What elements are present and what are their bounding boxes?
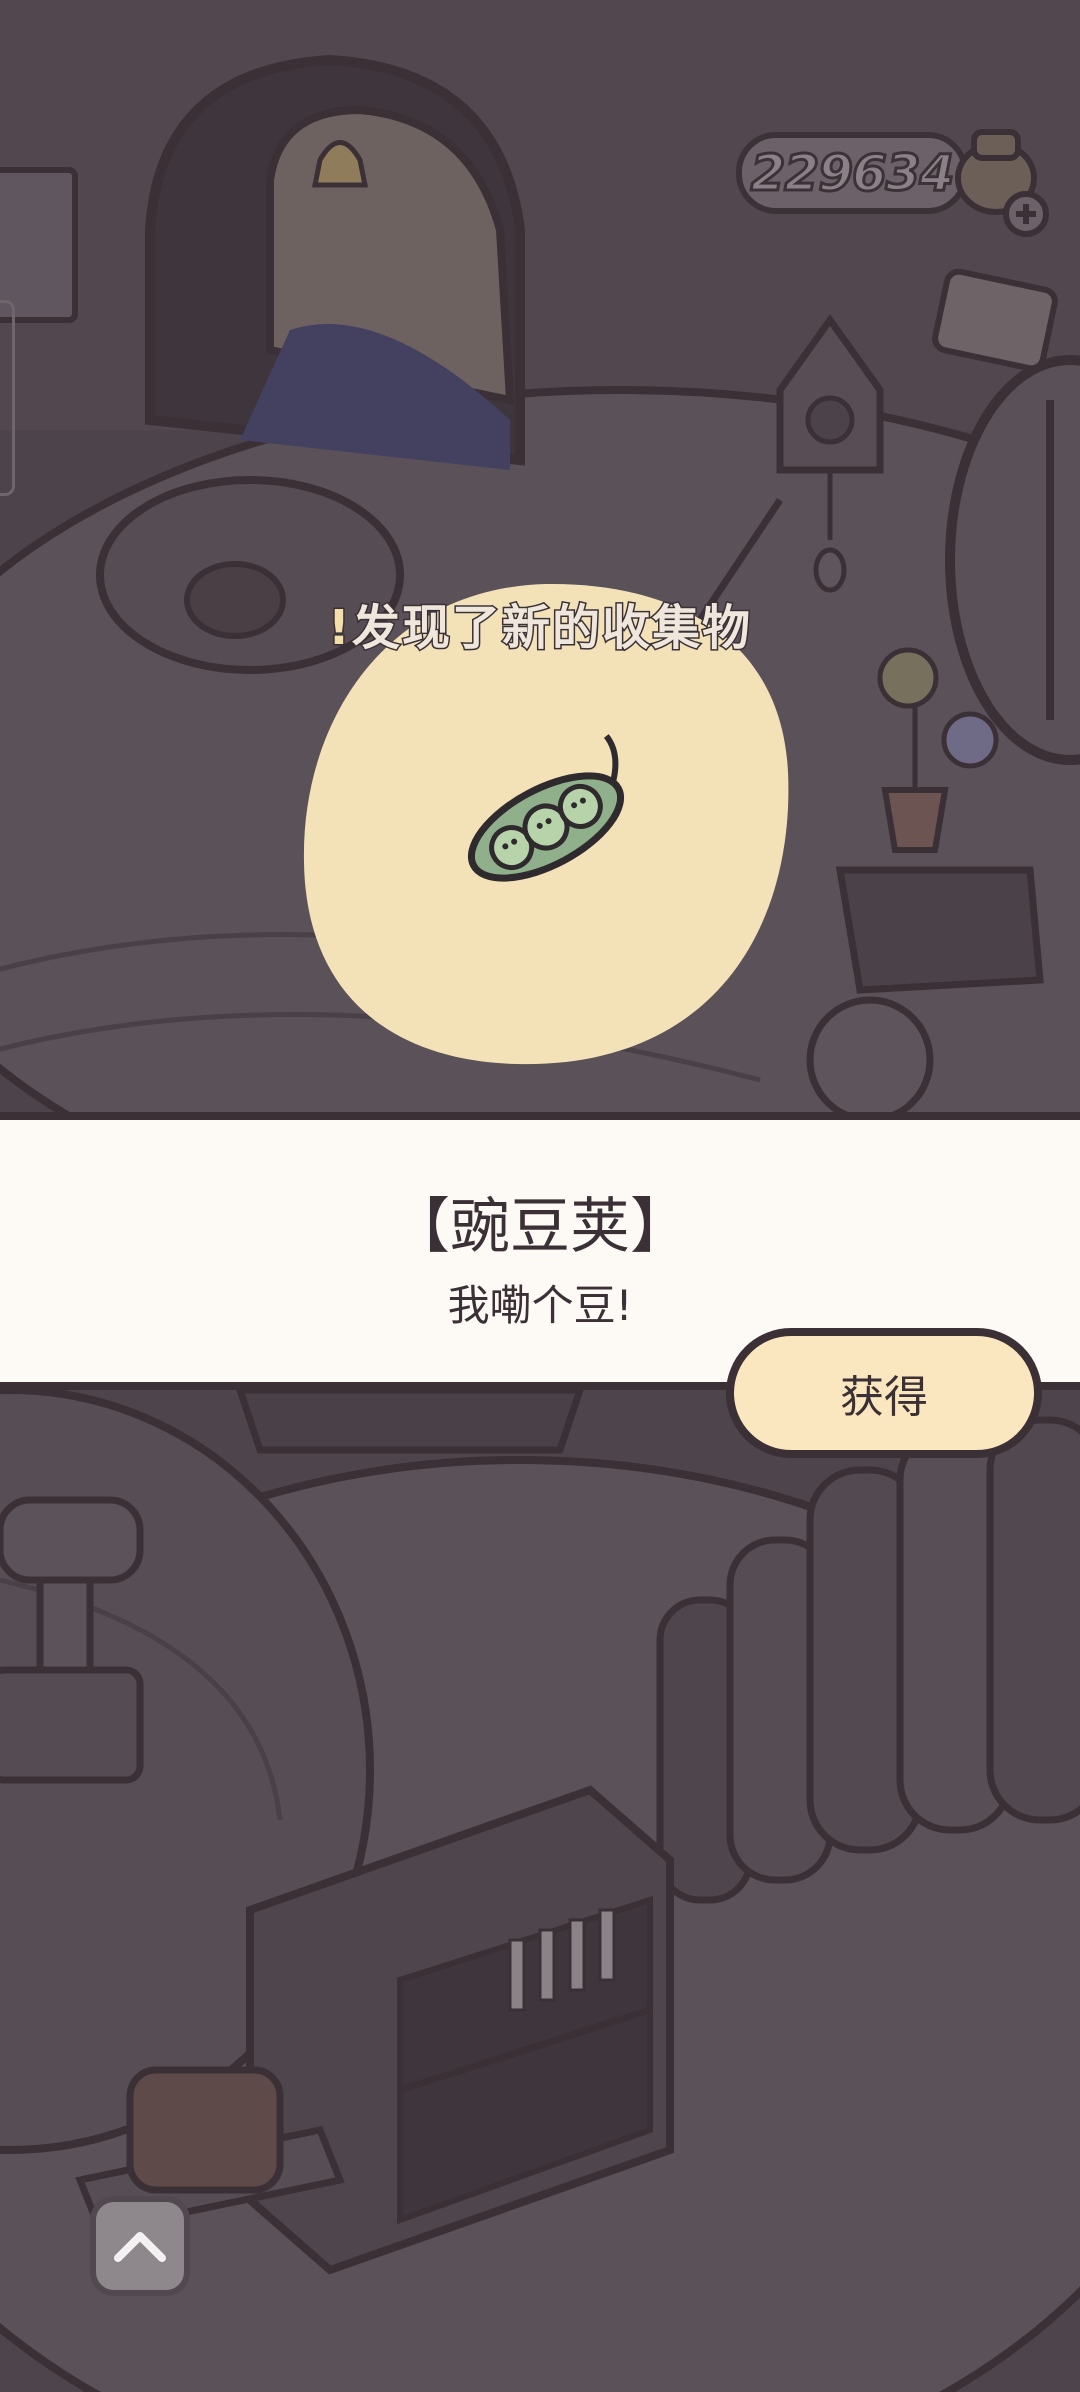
side-drawer-handle[interactable] — [0, 300, 15, 496]
chevron-up-icon — [114, 2232, 166, 2262]
discovery-heading: !发现了新的收集物 — [0, 588, 1080, 658]
obtain-button[interactable]: 获得 — [726, 1328, 1042, 1458]
exclamation-mark: ! — [327, 599, 352, 658]
item-description: 我嘞个豆! — [447, 1281, 633, 1330]
game-screen: 229634 !发现了新的收集物 【豌豆荚】 我嘞个豆! 获得 — [0, 0, 1080, 2392]
coin-pot-icon[interactable] — [944, 118, 1054, 238]
scroll-up-button[interactable] — [90, 2196, 190, 2296]
discovery-text: 发现了新的收集物 — [350, 599, 752, 658]
item-name: 【豌豆荚】 — [390, 1192, 690, 1262]
coin-counter: 229634 — [736, 132, 968, 214]
plus-icon[interactable] — [1003, 191, 1049, 237]
